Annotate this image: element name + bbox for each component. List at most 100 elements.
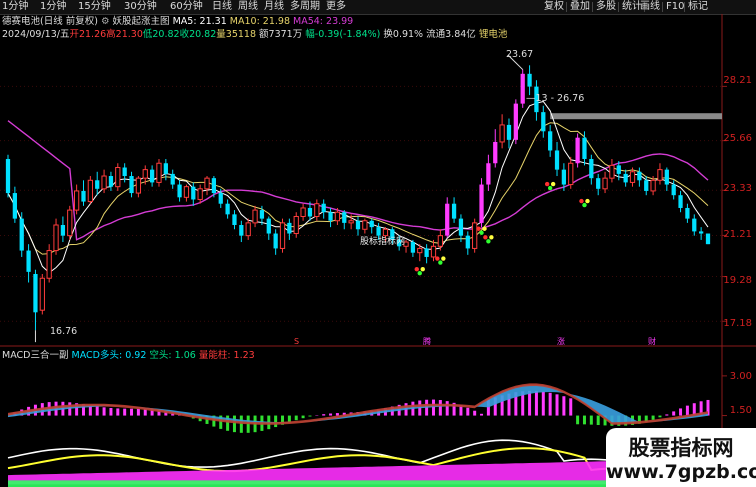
candle-body (527, 73, 532, 87)
candle-body (259, 210, 265, 219)
candle-body (26, 250, 31, 272)
signal-dot (438, 260, 443, 265)
price-axis-label: 23.33 (723, 183, 752, 194)
candle-body (46, 250, 52, 279)
candle-body (493, 141, 498, 164)
candle-body (300, 207, 306, 217)
candle-body (115, 167, 121, 188)
watermark-url: www.7gpzb.com (606, 461, 756, 483)
macd-bar (665, 414, 669, 416)
macd-bar (102, 407, 106, 416)
signal-mark: 涨 (557, 337, 565, 346)
candle-body (664, 169, 669, 185)
signal-dot (483, 235, 488, 240)
candle-body (596, 178, 601, 189)
candle-body (156, 162, 162, 183)
candle-body (623, 173, 628, 183)
macd-bar (123, 408, 127, 416)
candle-body (60, 225, 66, 236)
macd-bar (130, 408, 134, 416)
candle-body (486, 163, 491, 185)
macd-bar (548, 392, 552, 416)
macd-bar (473, 410, 477, 416)
candle-body (197, 188, 203, 200)
macd-bar (431, 399, 435, 416)
signal-mark: 腾 (423, 337, 431, 346)
macd-bar (589, 415, 593, 425)
candle-body (53, 224, 59, 252)
level-label: —13 - 26.76 (526, 93, 585, 104)
candle-body (5, 158, 11, 194)
macd-bar (569, 398, 573, 416)
price-axis-label: 17.18 (723, 318, 752, 329)
candle-body (451, 203, 457, 219)
candle-body (328, 212, 333, 221)
candle-body (81, 190, 86, 202)
candle-body (589, 158, 594, 179)
candle-body (561, 169, 567, 185)
signal-dot (417, 271, 422, 276)
candle-body (369, 220, 374, 228)
macd-bar (294, 415, 298, 421)
candle-body (568, 162, 574, 186)
signal-dot (544, 181, 550, 187)
signal-dot (547, 185, 553, 191)
candle-body (177, 184, 182, 198)
macd-bar (232, 415, 236, 433)
candle-body (204, 177, 210, 190)
macd-bar (658, 415, 662, 418)
candle-body (424, 248, 429, 257)
candle-body (554, 150, 560, 170)
candle-body (671, 184, 676, 196)
price-axis-label: 19.28 (723, 275, 752, 286)
candle-body (314, 203, 320, 217)
macd-bar (239, 415, 243, 433)
macd-bar (596, 415, 600, 426)
candle-body (183, 186, 190, 198)
candle-body (506, 124, 512, 140)
candle-body (657, 169, 663, 181)
macd-bar (679, 408, 683, 416)
candle-body (430, 245, 437, 258)
signal-dot (414, 267, 419, 272)
candle-body (417, 247, 423, 254)
candle-body (479, 184, 484, 223)
candle-body (629, 171, 636, 183)
macd-bear: 空头: 1.06 (149, 350, 196, 361)
candle-body (307, 207, 313, 217)
signal-dot (441, 256, 446, 261)
macd-bar (541, 391, 545, 416)
candle-body (321, 203, 326, 213)
candle-body (355, 220, 361, 230)
candle-body (650, 179, 656, 192)
peak-label: 23.67 (506, 49, 534, 60)
level-band (550, 113, 722, 120)
macd-bar (322, 414, 326, 416)
candle-body (376, 227, 381, 236)
watermark-title: 股票指标网 (628, 436, 734, 460)
candle-body (101, 175, 107, 190)
candle-body (149, 169, 155, 183)
macd-bar (562, 396, 566, 416)
price-axis-label: 25.66 (723, 133, 752, 144)
candle-body (39, 277, 45, 311)
candle-body (293, 215, 299, 235)
macd-header: MACD三合一副 MACD多头: 0.92 空头: 1.06 量能柱: 1.23 (2, 350, 255, 362)
macd-bar (576, 415, 580, 425)
candle-body (644, 180, 649, 191)
macd-bar (555, 394, 559, 416)
signal-dot (435, 256, 440, 261)
candle-body (211, 178, 217, 194)
candle-body (465, 235, 470, 249)
macd-axis-label: 1.50 (729, 405, 752, 416)
macd-bar (672, 411, 676, 416)
candle-body (678, 195, 683, 208)
macd-volume: 量能柱: 1.23 (198, 350, 255, 361)
macd-name[interactable]: MACD三合一副 (2, 350, 68, 361)
candle-body (382, 228, 389, 237)
candle-body (142, 169, 148, 179)
candle-body (87, 179, 93, 203)
candle-body (266, 218, 271, 234)
macd-bar (274, 415, 278, 428)
macd-bar (95, 406, 99, 416)
